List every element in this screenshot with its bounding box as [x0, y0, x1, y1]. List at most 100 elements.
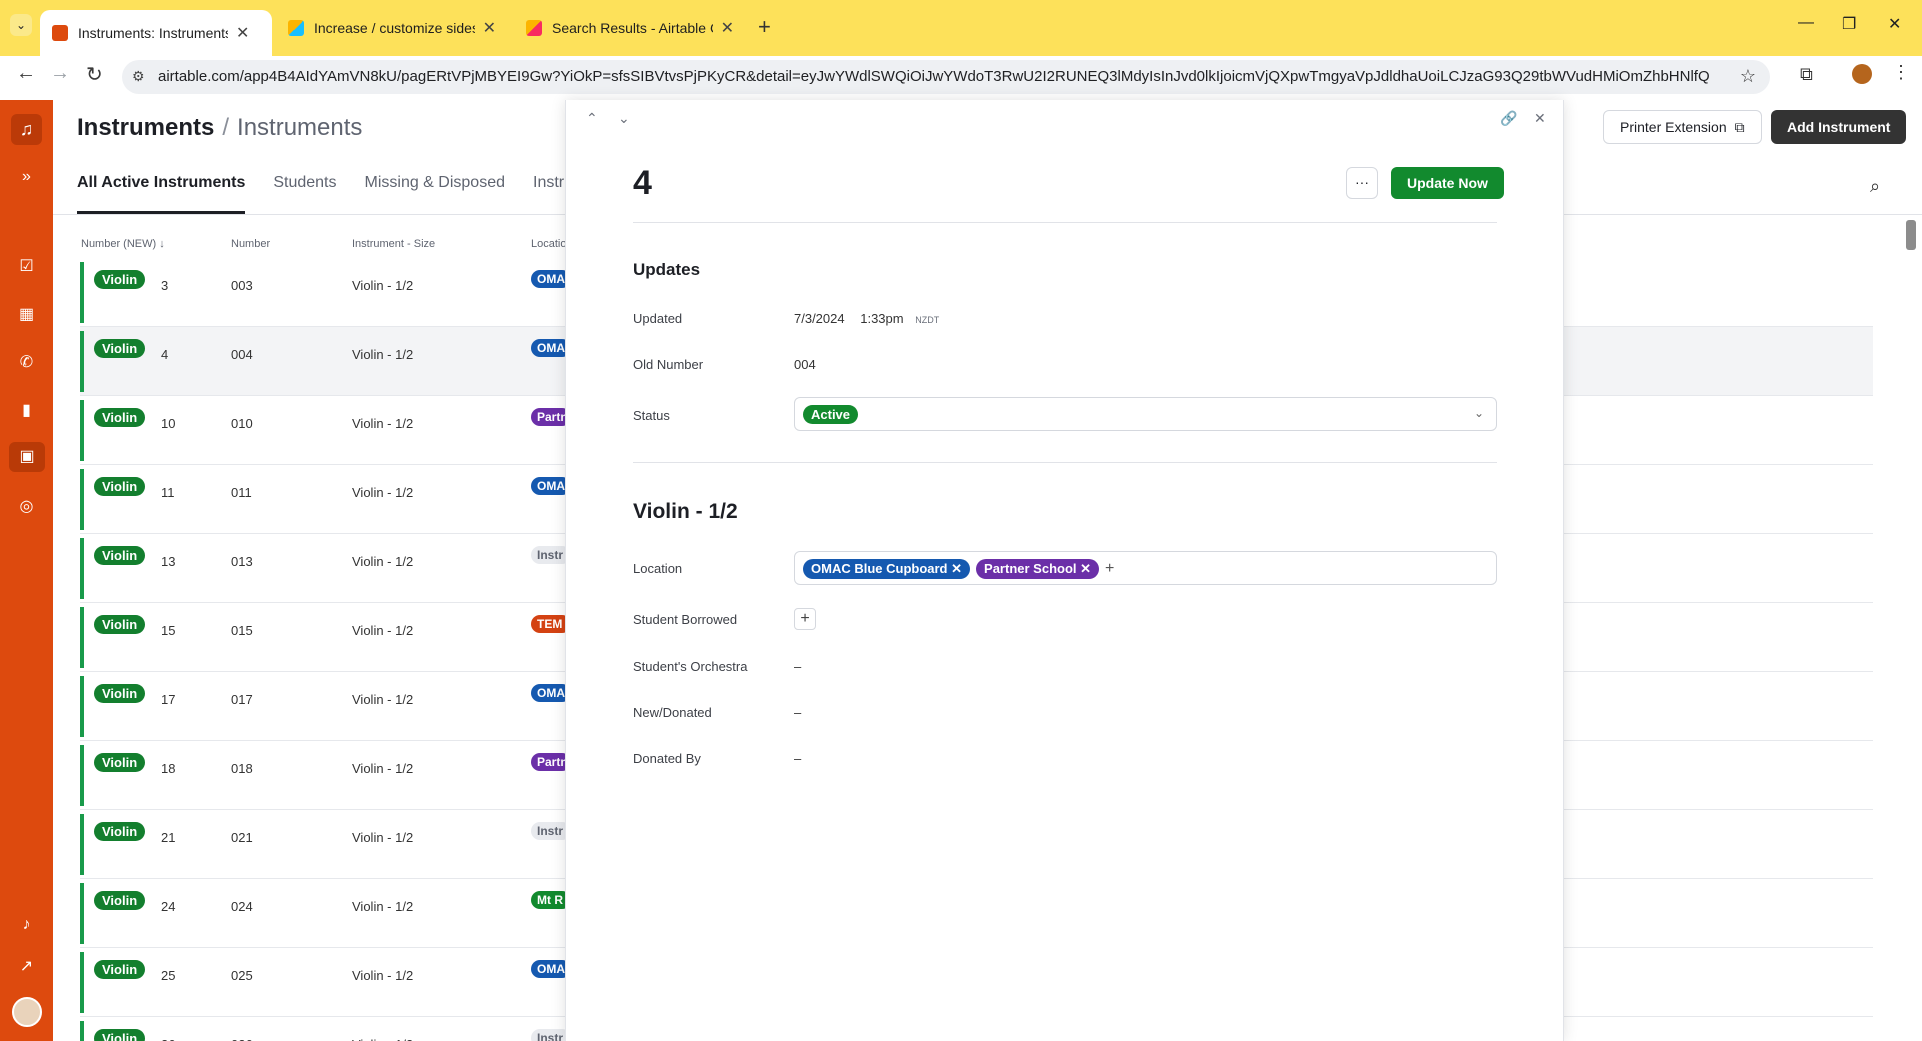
back-icon[interactable]: ←	[16, 62, 36, 85]
browser-tab-bar: ⌄ Instruments: Instruments - Airtable ✕ …	[0, 0, 1922, 56]
instrument-size-cell: Violin - 1/2	[352, 554, 414, 569]
number-new-cell: 17	[161, 692, 176, 707]
number-new-cell: 10	[161, 416, 176, 431]
number-cell: 025	[231, 968, 253, 983]
location-field[interactable]: OMAC Blue Cupboard ✕ Partner School ✕ +	[794, 551, 1497, 585]
tab-search-button[interactable]: ⌄	[10, 14, 32, 36]
share-icon[interactable]: ↗	[0, 956, 53, 976]
instrument-type-badge: Violin	[94, 408, 146, 427]
section-divider	[633, 222, 1497, 223]
browser-menu-icon[interactable]: ⋮	[1892, 62, 1910, 83]
tab-missing-disposed[interactable]: Missing & Disposed	[365, 172, 506, 214]
location-chips: OMAC Blue Cupboard ✕ Partner School ✕ +	[803, 559, 1114, 579]
page-title: Instruments / Instruments	[77, 114, 362, 142]
add-student-button[interactable]: +	[794, 608, 816, 630]
instrument-type-badge: Violin	[94, 270, 146, 289]
instrument-type-badge: Violin	[94, 615, 146, 634]
number-new-cell: 21	[161, 830, 176, 845]
more-actions-button[interactable]: ···	[1346, 167, 1378, 199]
restore-icon[interactable]: ❐	[1842, 14, 1856, 34]
row-color-bar	[80, 400, 84, 461]
site-info-icon[interactable]: ⚙	[132, 68, 145, 85]
instrument-size-cell: Violin - 1/2	[352, 278, 414, 293]
copy-link-icon[interactable]: 🔗	[1500, 110, 1517, 127]
browser-tab-search-results[interactable]: Search Results - Airtable Community ✕	[514, 9, 746, 47]
instrument-size-cell: Violin - 1/2	[352, 692, 414, 707]
close-tab-icon[interactable]: ✕	[721, 18, 734, 38]
bookmark-star-icon[interactable]: ☆	[1740, 66, 1756, 87]
user-avatar[interactable]	[12, 997, 42, 1027]
new-donated-value: –	[794, 705, 802, 720]
airtable-favicon-icon	[288, 20, 304, 36]
column-header-number[interactable]: Number	[231, 238, 270, 250]
updates-heading: Updates	[633, 260, 701, 279]
status-select[interactable]: Active ⌄	[794, 397, 1497, 431]
sort-down-icon: ↓	[159, 238, 165, 250]
number-new-cell: 13	[161, 554, 176, 569]
user-circle-icon[interactable]: ◎	[0, 496, 53, 516]
close-window-icon[interactable]: ✕	[1888, 14, 1901, 34]
close-tab-icon[interactable]: ✕	[483, 18, 496, 38]
calendar-icon[interactable]: ▦	[0, 304, 53, 324]
new-tab-button[interactable]: +	[758, 14, 771, 40]
list-scrollbar[interactable]	[1906, 220, 1916, 250]
remove-chip-icon[interactable]: ✕	[951, 561, 962, 576]
tab-title: Search Results - Airtable Community	[552, 20, 713, 36]
instrument-size-cell: Violin - 1/2	[352, 761, 414, 776]
number-cell: 010	[231, 416, 253, 431]
number-cell: 018	[231, 761, 253, 776]
reload-icon[interactable]: ↻	[86, 62, 103, 87]
number-cell: 004	[231, 347, 253, 362]
column-header-number-new[interactable]: Number (NEW) ↓	[81, 238, 165, 250]
tab-title: Increase / customize sidesheet	[314, 20, 475, 36]
bell-icon[interactable]: ♪	[0, 916, 53, 934]
row-color-bar	[80, 814, 84, 875]
extensions-icon[interactable]: ⧉	[1800, 64, 1813, 85]
browser-tab-sidesheet[interactable]: Increase / customize sidesheet ✕	[276, 9, 508, 47]
profile-avatar[interactable]	[1852, 64, 1872, 84]
search-icon[interactable]: ⌕	[1870, 176, 1880, 197]
update-now-button[interactable]: Update Now	[1391, 167, 1504, 199]
row-color-bar	[80, 262, 84, 323]
column-label: Number (NEW)	[81, 238, 157, 250]
section-divider	[633, 462, 1497, 463]
number-new-cell: 25	[161, 968, 176, 983]
add-instrument-button[interactable]: Add Instrument	[1771, 110, 1907, 144]
chart-icon[interactable]: ▮	[0, 400, 53, 420]
instrument-size-cell: Violin - 1/2	[352, 623, 414, 638]
instrument-type-badge: Violin	[94, 339, 146, 358]
close-sheet-icon[interactable]: ✕	[1534, 110, 1546, 127]
close-tab-icon[interactable]: ✕	[236, 23, 249, 43]
airtable-favicon-icon	[526, 20, 542, 36]
status-active-badge: Active	[803, 405, 859, 424]
minimize-icon[interactable]: —	[1798, 14, 1814, 32]
address-bar[interactable]: ⚙ airtable.com/app4B4AIdYAmVN8kU/pagERtV…	[122, 60, 1770, 94]
printer-extension-button[interactable]: Printer Extension ⧉	[1603, 110, 1762, 144]
students-orchestra-label: Student's Orchestra	[633, 659, 748, 674]
row-color-bar	[80, 676, 84, 737]
forward-icon[interactable]: →	[50, 62, 70, 85]
number-cell: 013	[231, 554, 253, 569]
add-location-icon[interactable]: +	[1105, 560, 1114, 578]
tab-all-active-instruments[interactable]: All Active Instruments	[77, 172, 246, 214]
phone-icon[interactable]: ✆	[0, 352, 53, 372]
column-header-instrument-size[interactable]: Instrument - Size	[352, 238, 435, 250]
instrument-size-heading: Violin - 1/2	[633, 500, 738, 523]
instrument-type-badge: Violin	[94, 822, 146, 841]
url-text: airtable.com/app4B4AIdYAmVN8kU/pagERtVPj…	[158, 68, 1710, 85]
remove-chip-icon[interactable]: ✕	[1080, 561, 1091, 576]
instrument-type-badge: Violin	[94, 960, 146, 979]
browser-tab-instruments[interactable]: Instruments: Instruments - Airtable ✕	[40, 10, 272, 56]
number-new-cell: 11	[161, 485, 175, 500]
column-header-location[interactable]: Locatio	[531, 238, 566, 250]
app-music-icon[interactable]: ♫	[11, 114, 42, 145]
checklist-icon[interactable]: ☑	[0, 256, 53, 276]
tab-students[interactable]: Students	[273, 172, 336, 214]
chevron-down-icon: ⌄	[1473, 406, 1484, 420]
next-record-icon[interactable]: ⌄	[618, 110, 630, 127]
previous-record-icon[interactable]: ⌃	[586, 110, 598, 127]
expand-sidebar-icon[interactable]: »	[0, 168, 53, 186]
book-icon[interactable]: ▣	[9, 442, 45, 472]
location-label: Location	[633, 561, 683, 576]
instrument-size-cell: Violin - 1/2	[352, 968, 414, 983]
